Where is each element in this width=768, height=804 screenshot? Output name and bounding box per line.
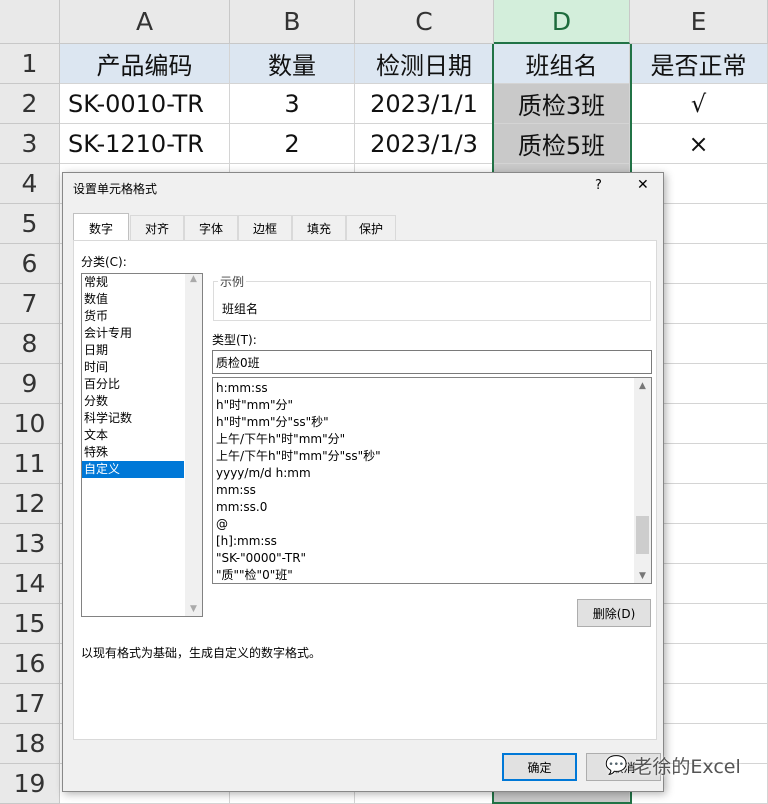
wechat-icon: 💬 — [605, 755, 628, 776]
cell[interactable]: SK-1210-TR — [60, 124, 230, 164]
header-cell[interactable]: 是否正常 — [630, 44, 768, 84]
row-header-11[interactable]: 11 — [0, 444, 60, 484]
format-item[interactable]: mm:ss.0 — [213, 499, 651, 516]
sample-group: 示例 班组名 — [213, 273, 651, 321]
cell[interactable]: SK-0010-TR — [60, 84, 230, 124]
scrollbar-thumb[interactable] — [636, 516, 649, 554]
cell[interactable]: 2 — [230, 124, 355, 164]
category-item[interactable]: 特殊 — [82, 444, 184, 461]
category-item[interactable]: 常规 — [82, 274, 184, 291]
category-item[interactable]: 百分比 — [82, 376, 184, 393]
ok-button[interactable]: 确定 — [502, 753, 577, 781]
tab-2[interactable]: 字体 — [184, 215, 238, 241]
category-list[interactable]: ▲ ▼ 常规 数值 货币 会计专用 日期 时间 百分比 分数 科学记数 文本 特殊 自定义 — [81, 273, 203, 617]
row-header-3[interactable]: 3 — [0, 124, 60, 164]
header-cell[interactable]: 产品编码 — [60, 44, 230, 84]
sample-label: 示例 — [218, 273, 247, 290]
tab-5[interactable]: 保护 — [346, 215, 396, 241]
category-item[interactable]: 文本 — [82, 427, 184, 444]
format-item[interactable]: h"时"mm"分" — [213, 397, 651, 414]
format-item[interactable]: mm:ss — [213, 482, 651, 499]
cell[interactable]: 2023/1/3 — [355, 124, 494, 164]
format-cells-dialog: 设置单元格格式 ? ✕ 数字 对齐 字体 边框 填充 保护 分类(C): ▲ ▼ 常规 数值货… — [62, 172, 664, 792]
row-header-19[interactable]: 19 — [0, 764, 60, 804]
format-item[interactable]: h:mm:ss — [213, 380, 651, 397]
format-scrollbar[interactable]: ▲ ▼ — [634, 378, 651, 583]
sample-value: 班组名 — [222, 302, 259, 316]
column-header-C[interactable]: C — [355, 0, 494, 44]
category-item[interactable]: 科学记数 — [82, 410, 184, 427]
cell[interactable]: × — [630, 124, 768, 164]
category-item[interactable]: 数值 — [82, 291, 184, 308]
format-item[interactable]: 上午/下午h"时"mm"分" — [213, 431, 651, 448]
format-item[interactable]: "质""检"0"班" — [213, 567, 651, 583]
format-item[interactable]: [h]:mm:ss — [213, 533, 651, 550]
tab-3[interactable]: 边框 — [238, 215, 292, 241]
cell[interactable]: √ — [630, 84, 768, 124]
row-header-4[interactable]: 4 — [0, 164, 60, 204]
format-item[interactable]: h"时"mm"分"ss"秒" — [213, 414, 651, 431]
row-header-8[interactable]: 8 — [0, 324, 60, 364]
tab-0[interactable]: 数字 — [73, 213, 129, 242]
column-header-E[interactable]: E — [630, 0, 768, 44]
tab-1[interactable]: 对齐 — [130, 215, 184, 241]
row-header-16[interactable]: 16 — [0, 644, 60, 684]
category-scrollbar[interactable]: ▲ ▼ — [185, 274, 202, 616]
row-header-1[interactable]: 1 — [0, 44, 60, 84]
category-item[interactable]: 会计专用 — [82, 325, 184, 342]
column-header-B[interactable]: B — [230, 0, 355, 44]
format-list[interactable]: ▲ ▼ h:mm:ss h"时"mm"分" h"时"mm"分"ss"秒" 上午/下午h"… — [212, 377, 652, 584]
type-label: 类型(T): — [212, 333, 257, 347]
type-input[interactable]: 质检0班 — [212, 350, 652, 374]
row-header-17[interactable]: 17 — [0, 684, 60, 724]
category-item[interactable]: 日期 — [82, 342, 184, 359]
format-item[interactable]: @ — [213, 516, 651, 533]
category-item[interactable]: 货币 — [82, 308, 184, 325]
help-button[interactable]: ? — [595, 178, 602, 193]
description-text: 以现有格式为基础，生成自定义的数字格式。 — [81, 646, 322, 660]
delete-button[interactable]: 删除(D) — [577, 599, 651, 627]
close-icon[interactable]: ✕ — [637, 177, 649, 193]
format-item[interactable]: 上午/下午h"时"mm"分"ss"秒" — [213, 448, 651, 465]
row-header-2[interactable]: 2 — [0, 84, 60, 124]
category-label: 分类(C): — [81, 255, 127, 269]
row-header-14[interactable]: 14 — [0, 564, 60, 604]
watermark: 💬 老徐的Excel — [605, 752, 741, 779]
header-cell[interactable]: 检测日期 — [355, 44, 494, 84]
row-header-13[interactable]: 13 — [0, 524, 60, 564]
category-item[interactable]: 自定义 — [82, 461, 184, 478]
header-cell[interactable]: 数量 — [230, 44, 355, 84]
row-header-9[interactable]: 9 — [0, 364, 60, 404]
watermark-text: 老徐的Excel — [633, 756, 741, 778]
row-header-7[interactable]: 7 — [0, 284, 60, 324]
cell[interactable]: 3 — [230, 84, 355, 124]
row-header-6[interactable]: 6 — [0, 244, 60, 284]
row-header-5[interactable]: 5 — [0, 204, 60, 244]
category-item[interactable]: 分数 — [82, 393, 184, 410]
dialog-title: 设置单元格格式 — [73, 182, 158, 196]
category-item[interactable]: 时间 — [82, 359, 184, 376]
cell[interactable]: 2023/1/1 — [355, 84, 494, 124]
row-header-10[interactable]: 10 — [0, 404, 60, 444]
tab-4[interactable]: 填充 — [292, 215, 346, 241]
select-all-corner[interactable] — [0, 0, 60, 44]
format-item[interactable]: "SK-"0000"-TR" — [213, 550, 651, 567]
format-item[interactable]: yyyy/m/d h:mm — [213, 465, 651, 482]
row-header-15[interactable]: 15 — [0, 604, 60, 644]
row-header-12[interactable]: 12 — [0, 484, 60, 524]
column-header-D[interactable]: D — [494, 0, 630, 44]
row-header-18[interactable]: 18 — [0, 724, 60, 764]
column-header-A[interactable]: A — [60, 0, 230, 44]
